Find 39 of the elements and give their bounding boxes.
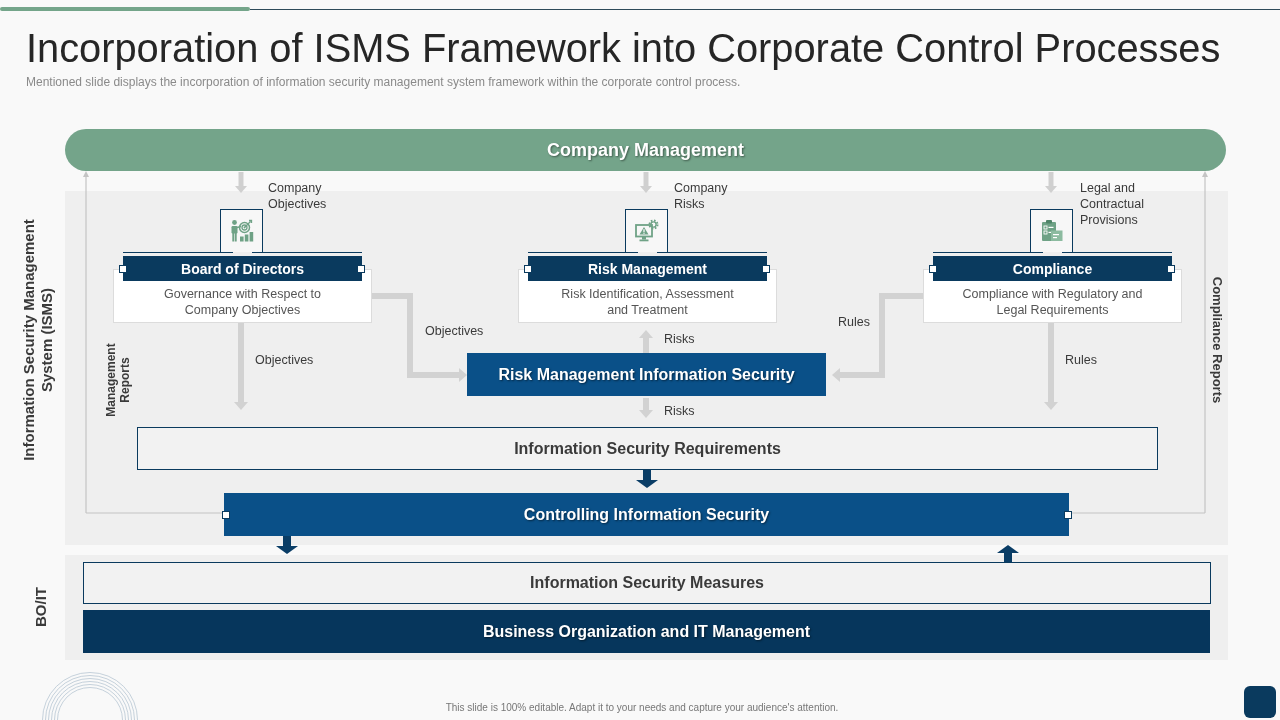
description-text: Risk Identification, Assessment and Treatment — [560, 286, 735, 318]
column-header: Compliance — [933, 256, 1172, 281]
down-arrow — [1045, 172, 1057, 193]
down-arrow — [235, 172, 247, 193]
flow-label: Risks — [664, 331, 695, 347]
up-arrow — [639, 330, 653, 353]
flow-label: Risks — [664, 403, 695, 419]
description-text: Governance with Respect to Company Objectives — [163, 286, 322, 318]
security-measures-bar: Information Security Measures — [83, 562, 1211, 604]
down-arrow — [636, 470, 658, 488]
input-label: Company Risks — [674, 180, 729, 212]
business-it-management-bar: Business Organization and IT Management — [83, 610, 1210, 653]
up-arrow — [997, 545, 1019, 562]
flow-label: Objectives — [425, 323, 484, 339]
down-arrow — [276, 536, 298, 554]
security-requirements-bar: Information Security Requirements — [137, 427, 1158, 470]
down-arrow — [640, 172, 652, 193]
isms-label: Information Security Management System (ISMS) — [20, 218, 56, 463]
compliance-reports-label: Compliance Reports — [1209, 276, 1225, 404]
slide-title: Incorporation of ISMS Framework into Corporate Control Processes — [26, 25, 1221, 71]
handle-icon — [222, 511, 230, 519]
flow-label: Rules — [1065, 352, 1097, 368]
controlling-security-bar: Controlling Information Security — [224, 493, 1069, 536]
flow-label: Objectives — [255, 352, 314, 368]
column-header: Risk Management — [528, 256, 767, 281]
company-management-bar: Company Management — [65, 129, 1226, 171]
handle-icon — [1064, 511, 1072, 519]
management-reports-label: Management Reports — [104, 342, 132, 419]
flow-label: Rules — [838, 314, 870, 330]
risk-management-information-security-box: Risk Management Information Security — [467, 353, 826, 396]
rounded-square-icon — [1244, 686, 1276, 718]
description-text: Compliance with Regulatory and Legal Requirements — [961, 286, 1144, 318]
down-arrow — [639, 398, 653, 418]
slide-subtitle: Mentioned slide displays the incorporation of information security management system framework within the corporate control process. — [26, 75, 741, 89]
footer-note: This slide is 100% editable. Adapt it to your needs and capture your audience's attention. — [445, 702, 839, 714]
bo-it-label: BO/IT — [31, 587, 49, 627]
input-label: Legal and Contractual Provisions — [1080, 180, 1145, 228]
input-label: Company Objectives — [268, 180, 328, 212]
column-header: Board of Directors — [123, 256, 362, 281]
